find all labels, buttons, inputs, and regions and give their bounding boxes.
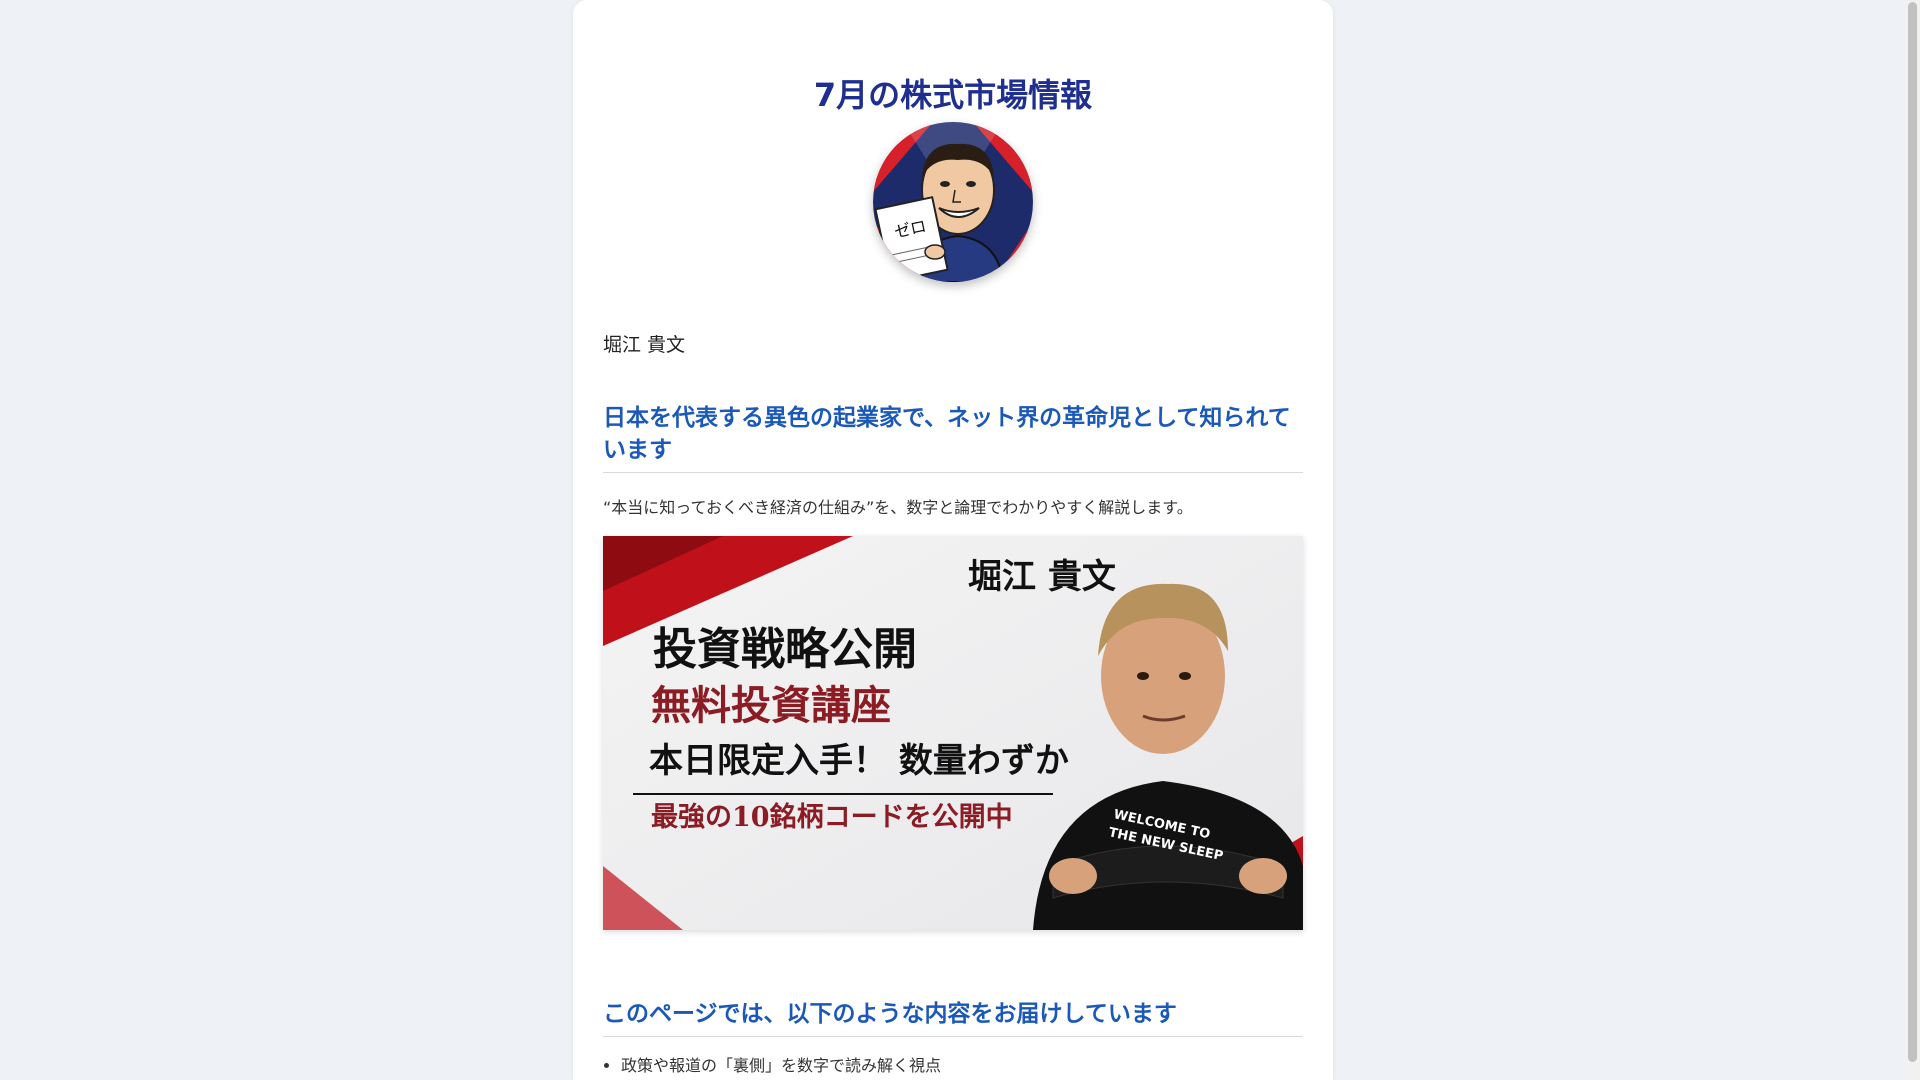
- promo-banner[interactable]: WELCOME TO THE NEW SLEEP 堀江 貴文 投資戦略公開 無料…: [603, 536, 1303, 930]
- contents-list: 政策や報道の「裏側」を数字で読み解く視点: [603, 1052, 941, 1076]
- section-heading-contents: このページでは、以下のような内容をお届けしています: [603, 998, 1303, 1037]
- banner-line3: 本日限定入手！ 数量わずか: [649, 741, 1069, 781]
- list-item: 政策や報道の「裏側」を数字で読み解く視点: [621, 1052, 941, 1076]
- banner-name: 堀江 貴文: [968, 557, 1116, 597]
- section-heading-profile: 日本を代表する異色の起業家で、ネット界の革命児として知られています: [603, 402, 1303, 473]
- author-name: 堀江 貴文: [603, 334, 686, 356]
- profile-description: “本当に知っておくべき経済の仕組み”を、数字と論理でわかりやすく解説します。: [603, 498, 1193, 517]
- author-avatar: ゼロ: [873, 122, 1033, 282]
- banner-line4: 最強の10銘柄コードを公開中: [651, 801, 1013, 833]
- avatar-illustration: ゼロ: [873, 122, 1033, 282]
- scrollbar-thumb[interactable]: [1908, 2, 1917, 1062]
- page-title: 7月の株式市場情報: [813, 76, 1093, 114]
- banner-line1: 投資戦略公開: [653, 624, 917, 675]
- content-card: 7月の株式市場情報 ゼロ 堀江 貴文 日本を代表する異色の起業家で、ネット界の革…: [573, 0, 1333, 1080]
- page-scrollbar[interactable]: [1905, 0, 1920, 1080]
- banner-line2: 無料投資講座: [651, 682, 891, 729]
- promo-banner-graphic: WELCOME TO THE NEW SLEEP 堀江 貴文 投資戦略公開 無料…: [603, 536, 1303, 930]
